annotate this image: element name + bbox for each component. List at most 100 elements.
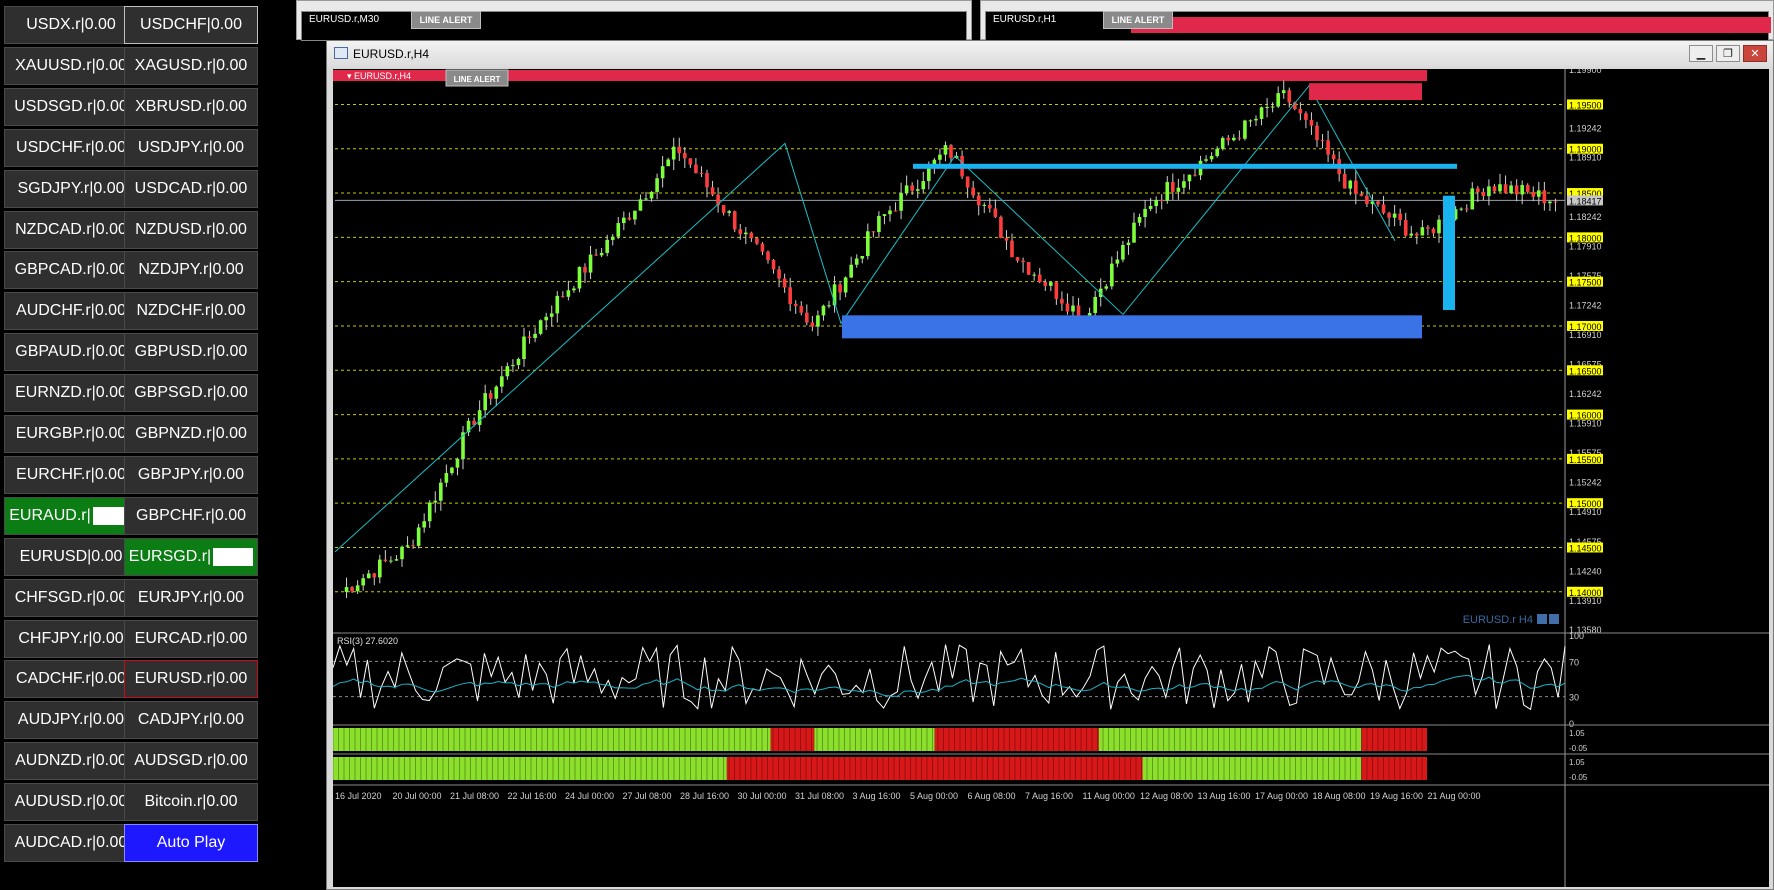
candle-body — [1004, 238, 1009, 241]
symbol-button-nzdjpy-r[interactable]: NZDJPY.r|0.00 — [124, 251, 258, 290]
symbol-button-eurchf-r[interactable]: EURCHF.r|0.00 — [4, 455, 138, 494]
indicator-bar — [726, 757, 1143, 780]
candle-body — [899, 193, 903, 211]
candle-body — [538, 320, 543, 334]
close-icon[interactable]: ✕ — [1743, 45, 1767, 62]
symbol-button-xbrusd-r[interactable]: XBRUSD.r|0.00 — [124, 87, 258, 126]
price-tick: 1.19900 — [1569, 69, 1602, 75]
symbol-button-audsgd-r[interactable]: AUDSGD.r|0.00 — [124, 742, 258, 781]
symbol-button-nzdchf-r[interactable]: NZDCHF.r|0.00 — [124, 292, 258, 331]
indicator-bar — [1361, 728, 1427, 751]
candle-body — [1459, 208, 1463, 210]
chart-window-m30[interactable]: EURUSD.r,M30 LINE ALERT — [296, 0, 972, 41]
chart-window-m30-symbol: EURUSD.r,M30 — [309, 14, 380, 25]
chart-window-h1[interactable]: EURUSD.r,H1 LINE ALERT — [980, 0, 1774, 41]
line-alert-button[interactable]: LINE ALERT — [411, 11, 481, 29]
symbol-button-eurjpy-r[interactable]: EURJPY.r|0.00 — [124, 578, 258, 617]
symbol-button-gbpjpy-r[interactable]: GBPJPY.r|0.00 — [124, 455, 258, 494]
symbol-button-usdchf-r[interactable]: USDCHF.r|0.00 — [4, 128, 138, 167]
symbol-button-audcad-r[interactable]: AUDCAD.r|0.00 — [4, 824, 138, 862]
candle-body — [1110, 263, 1114, 287]
time-tick: 16 Jul 2020 — [335, 791, 382, 801]
symbol-button-audchf-r[interactable]: AUDCHF.r|0.00 — [4, 292, 138, 331]
candle-body — [976, 195, 981, 206]
rsi-line — [333, 644, 1566, 711]
indicator-tick: -0.05 — [1569, 744, 1588, 753]
symbol-button-usdjpy-r[interactable]: USDJPY.r|0.00 — [124, 128, 258, 167]
candle-body — [561, 295, 565, 297]
symbol-button-xauusd-r[interactable]: XAUUSD.r|0.00 — [4, 46, 138, 85]
candle-body — [1254, 118, 1258, 121]
indicator-bar — [770, 728, 815, 751]
level-price-text: 1.19500 — [1569, 100, 1602, 110]
auto-play-button[interactable]: Auto Play — [124, 824, 258, 862]
candle-body — [1232, 137, 1236, 141]
symbol-button-gbpsgd-r[interactable]: GBPSGD.r|0.00 — [124, 374, 258, 413]
level-price-text: 1.17500 — [1569, 278, 1602, 288]
symbol-button-chfjpy-r[interactable]: CHFJPY.r|0.00 — [4, 619, 138, 658]
symbol-button-eurcad-r[interactable]: EURCAD.r|0.00 — [124, 619, 258, 658]
symbol-button-cadjpy-r[interactable]: CADJPY.r|0.00 — [124, 701, 258, 740]
symbol-button-nzdcad-r[interactable]: NZDCAD.r|0.00 — [4, 210, 138, 249]
indicator-bar — [814, 728, 935, 751]
symbol-button-bitcoin-r[interactable]: Bitcoin.r|0.00 — [124, 783, 258, 822]
symbol-button-gbpusd-r[interactable]: GBPUSD.r|0.00 — [124, 333, 258, 372]
symbol-button-sgdjpy-r[interactable]: SGDJPY.r|0.00 — [4, 169, 138, 208]
candle-body — [477, 410, 482, 425]
candle-body — [1220, 137, 1225, 149]
symbol-button-gbpaud-r[interactable]: GBPAUD.r|0.00 — [4, 333, 138, 372]
symbol-button-audjpy-r[interactable]: AUDJPY.r|0.00 — [4, 701, 138, 740]
symbol-button-usdx-r[interactable]: USDX.r|0.00 — [4, 6, 138, 44]
candle-body — [949, 145, 953, 158]
chart-window-m30-body — [301, 11, 967, 41]
candle-body — [627, 217, 632, 220]
title-bar[interactable]: EURUSD.r,H4 ▁ ❐ ✕ — [327, 41, 1773, 67]
level-price-text: 1.18000 — [1569, 233, 1602, 243]
symbol-button-gbpcad-r[interactable]: GBPCAD.r|0.00 — [4, 251, 138, 290]
candle-body — [1387, 213, 1391, 218]
chart-area[interactable]: ▾ EURUSD.r,H4 LINE ALERT 1.19900 1.19242 1.1… — [333, 69, 1769, 887]
price-tick: 1.19242 — [1569, 123, 1602, 133]
price-chart[interactable]: ▾ EURUSD.r,H4 LINE ALERT 1.19900 1.19242 1.1… — [333, 69, 1769, 887]
candle-body — [710, 187, 715, 195]
symbol-button-eurgbp-r[interactable]: EURGBP.r|0.00 — [4, 415, 138, 453]
symbol-button-gbpchf-r[interactable]: GBPCHF.r|0.00 — [124, 496, 258, 535]
time-tick: 21 Jul 08:00 — [450, 791, 499, 801]
symbol-button-xagusd-r[interactable]: XAGUSD.r|0.00 — [124, 46, 258, 85]
candle-body — [633, 210, 637, 220]
candle-body — [1437, 219, 1441, 234]
symbol-button-audusd-r[interactable]: AUDUSD.r|0.00 — [4, 783, 138, 822]
candle-body — [511, 365, 515, 367]
symbol-button-usdcad-r[interactable]: USDCAD.r|0.00 — [124, 169, 258, 208]
candle-body — [888, 210, 892, 215]
candle-body — [1365, 195, 1369, 205]
minimize-icon[interactable]: ▁ — [1689, 45, 1713, 62]
candle-body — [860, 256, 865, 259]
main-chart-window[interactable]: EURUSD.r,H4 ▁ ❐ ✕ ▾ EURUSD.r,H4 LINE ALER… — [326, 40, 1774, 890]
line-alert-button[interactable]: LINE ALERT — [1103, 11, 1173, 29]
candle-body — [766, 251, 770, 261]
symbol-button-eurusd-r[interactable]: EURUSD.r|0.00 — [124, 660, 258, 699]
symbol-button-eursgd-r[interactable]: EURSGD.r| — [124, 537, 258, 576]
symbol-button-chfsgd-r[interactable]: CHFSGD.r|0.00 — [4, 578, 138, 617]
symbol-button-nzdusd-r[interactable]: NZDUSD.r|0.00 — [124, 210, 258, 249]
candle-body — [638, 199, 643, 211]
candle-body — [965, 176, 970, 188]
symbol-button-eurnzd-r[interactable]: EURNZD.r|0.00 — [4, 374, 138, 413]
time-tick: 24 Jul 00:00 — [565, 791, 614, 801]
candle-body — [1354, 180, 1358, 194]
current-price-text: 1.18417 — [1569, 196, 1602, 206]
symbol-button-cadchf-r[interactable]: CADCHF.r|0.00 — [4, 660, 138, 699]
symbol-button-usdsgd-r[interactable]: USDSGD.r|0.00 — [4, 87, 138, 126]
candle-body — [1121, 245, 1125, 260]
symbol-button-usdchf[interactable]: USDCHF|0.00 — [124, 6, 258, 44]
symbol-button-gbpnzd-r[interactable]: GBPNZD.r|0.00 — [124, 415, 258, 453]
symbol-button-audnzd-r[interactable]: AUDNZD.r|0.00 — [4, 742, 138, 781]
restore-icon[interactable]: ❐ — [1716, 45, 1740, 62]
candle-body — [799, 306, 804, 313]
indicator-tick: 1.05 — [1569, 729, 1585, 738]
candle-body — [1553, 201, 1558, 203]
candle-body — [1248, 120, 1253, 122]
symbol-button-euraud-r[interactable]: EURAUD.r| — [4, 496, 138, 535]
symbol-button-eurusd[interactable]: EURUSD|0.00 — [4, 537, 138, 576]
